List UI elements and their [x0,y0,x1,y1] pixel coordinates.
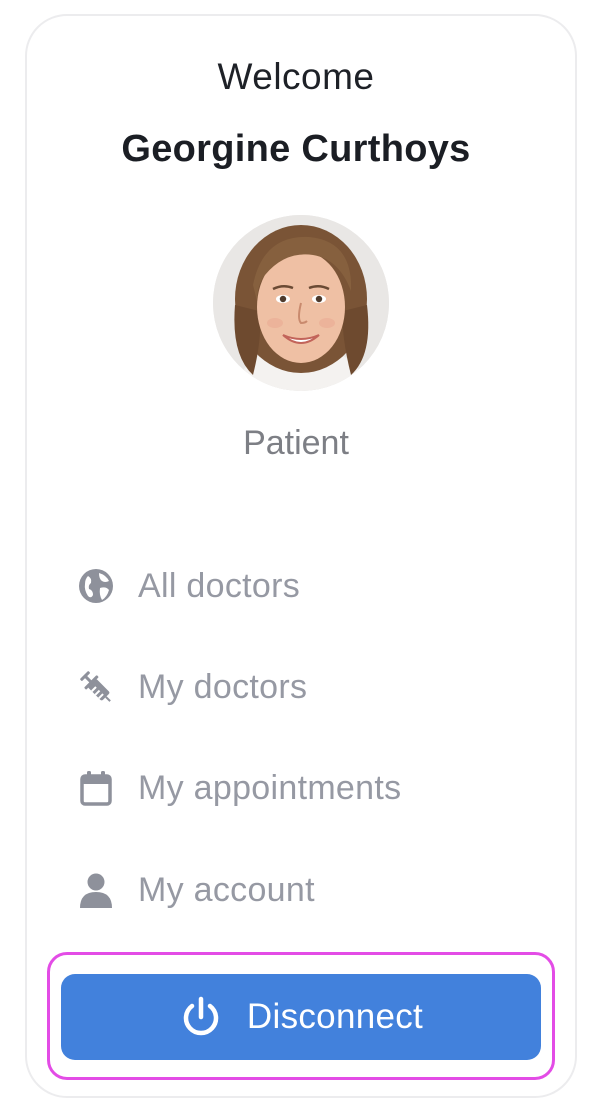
user-icon [70,864,122,916]
menu-item-my-doctors[interactable]: My doctors [70,657,540,717]
menu-label: My doctors [138,667,308,706]
user-name: Georgine Curthoys [121,128,471,170]
disconnect-button[interactable]: Disconnect [61,974,541,1060]
welcome-text: Welcome [217,56,375,97]
power-icon [179,995,223,1039]
menu-label: All doctors [138,566,301,605]
menu-item-my-appointments[interactable]: My appointments [70,758,540,818]
user-role: Patient [243,424,349,462]
menu-label: My account [138,870,315,909]
avatar-portrait [213,215,389,391]
calendar-icon [70,762,122,814]
menu-item-all-doctors[interactable]: All doctors [70,556,540,616]
avatar [213,215,389,391]
syringe-icon [70,661,122,713]
menu-label: My appointments [138,768,402,807]
menu-item-my-account[interactable]: My account [70,860,540,920]
disconnect-label: Disconnect [246,997,424,1036]
globe-icon [70,560,122,612]
